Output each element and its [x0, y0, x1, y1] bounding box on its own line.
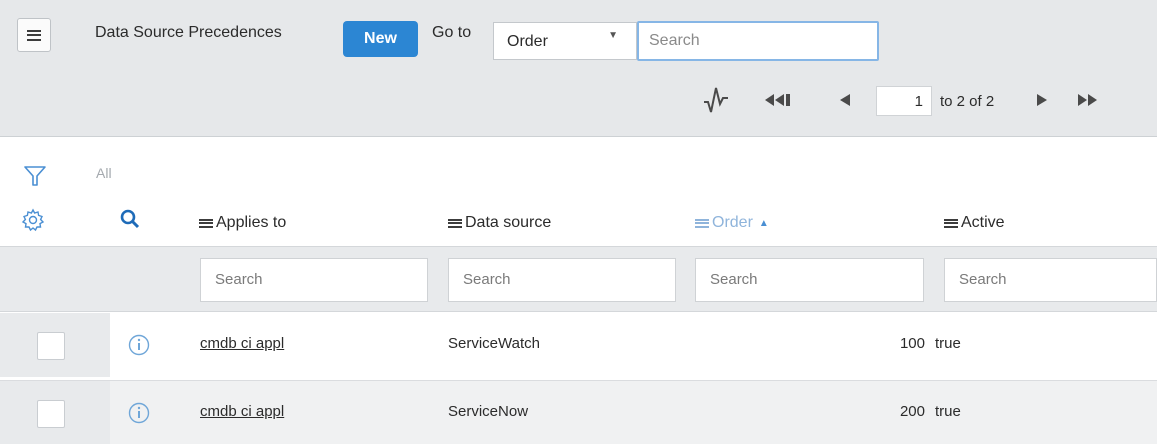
column-header-label: Applies to — [216, 214, 287, 231]
first-page-icon[interactable] — [765, 93, 803, 107]
page-range-text: to 2 of 2 — [940, 93, 995, 110]
column-menu-icon[interactable] — [944, 218, 958, 228]
active-cell: true — [935, 403, 961, 420]
goto-label: Go to — [432, 24, 472, 41]
goto-field-select[interactable]: Order ▼ — [493, 22, 637, 60]
applies-to-search-input[interactable]: Search — [200, 258, 428, 302]
table-row: cmdb ci appl ServiceWatch 100 true — [0, 313, 1157, 377]
gear-icon[interactable] — [21, 208, 45, 232]
context-menu-button[interactable] — [17, 18, 51, 52]
order-cell: 200 — [899, 403, 925, 420]
sort-ascending-icon: ▲ — [758, 217, 769, 229]
column-header-label: Data source — [465, 214, 552, 231]
filter-breadcrumb-all[interactable]: All — [96, 165, 112, 181]
order-cell: 100 — [899, 335, 925, 352]
order-search-input[interactable]: Search — [695, 258, 924, 302]
info-icon[interactable] — [128, 402, 150, 424]
last-page-icon[interactable] — [1078, 93, 1108, 107]
previous-page-icon[interactable] — [838, 93, 852, 107]
activity-icon[interactable] — [703, 86, 729, 114]
column-menu-icon[interactable] — [695, 218, 709, 228]
column-header-label: Active — [961, 214, 1005, 231]
active-search-input[interactable]: Search — [944, 258, 1157, 302]
applies-to-link[interactable]: cmdb ci appl — [200, 335, 284, 352]
column-header-label: Order — [712, 214, 753, 231]
next-page-icon[interactable] — [1035, 93, 1049, 107]
hamburger-icon — [27, 29, 41, 41]
caret-down-icon: ▼ — [608, 30, 618, 41]
data-source-cell: ServiceWatch — [448, 335, 540, 352]
column-header-data-source[interactable]: Data source — [448, 214, 551, 232]
filter-icon[interactable] — [24, 165, 46, 187]
list-search-input[interactable]: Search — [637, 21, 879, 61]
row-checkbox[interactable] — [37, 332, 65, 360]
table-row: cmdb ci appl ServiceNow 200 true — [0, 380, 1157, 444]
goto-field-value: Order — [507, 33, 548, 50]
list-title: Data Source Precedences — [95, 24, 282, 41]
search-icon[interactable] — [120, 209, 140, 229]
info-icon[interactable] — [128, 334, 150, 356]
row-checkbox[interactable] — [37, 400, 65, 428]
applies-to-link[interactable]: cmdb ci appl — [200, 403, 284, 420]
column-header-order[interactable]: Order ▲ — [695, 214, 769, 232]
column-menu-icon[interactable] — [448, 218, 462, 228]
column-menu-icon[interactable] — [199, 218, 213, 228]
new-button[interactable]: New — [343, 21, 418, 57]
active-cell: true — [935, 335, 961, 352]
page-number-input[interactable]: 1 — [876, 86, 932, 116]
data-source-cell: ServiceNow — [448, 403, 529, 420]
data-source-search-input[interactable]: Search — [448, 258, 676, 302]
column-header-active[interactable]: Active — [944, 214, 1005, 232]
column-search-row: Search Search Search Search — [0, 246, 1157, 312]
list-header: Data Source Precedences New Go to Order … — [0, 0, 1157, 137]
column-header-applies-to[interactable]: Applies to — [199, 214, 286, 232]
